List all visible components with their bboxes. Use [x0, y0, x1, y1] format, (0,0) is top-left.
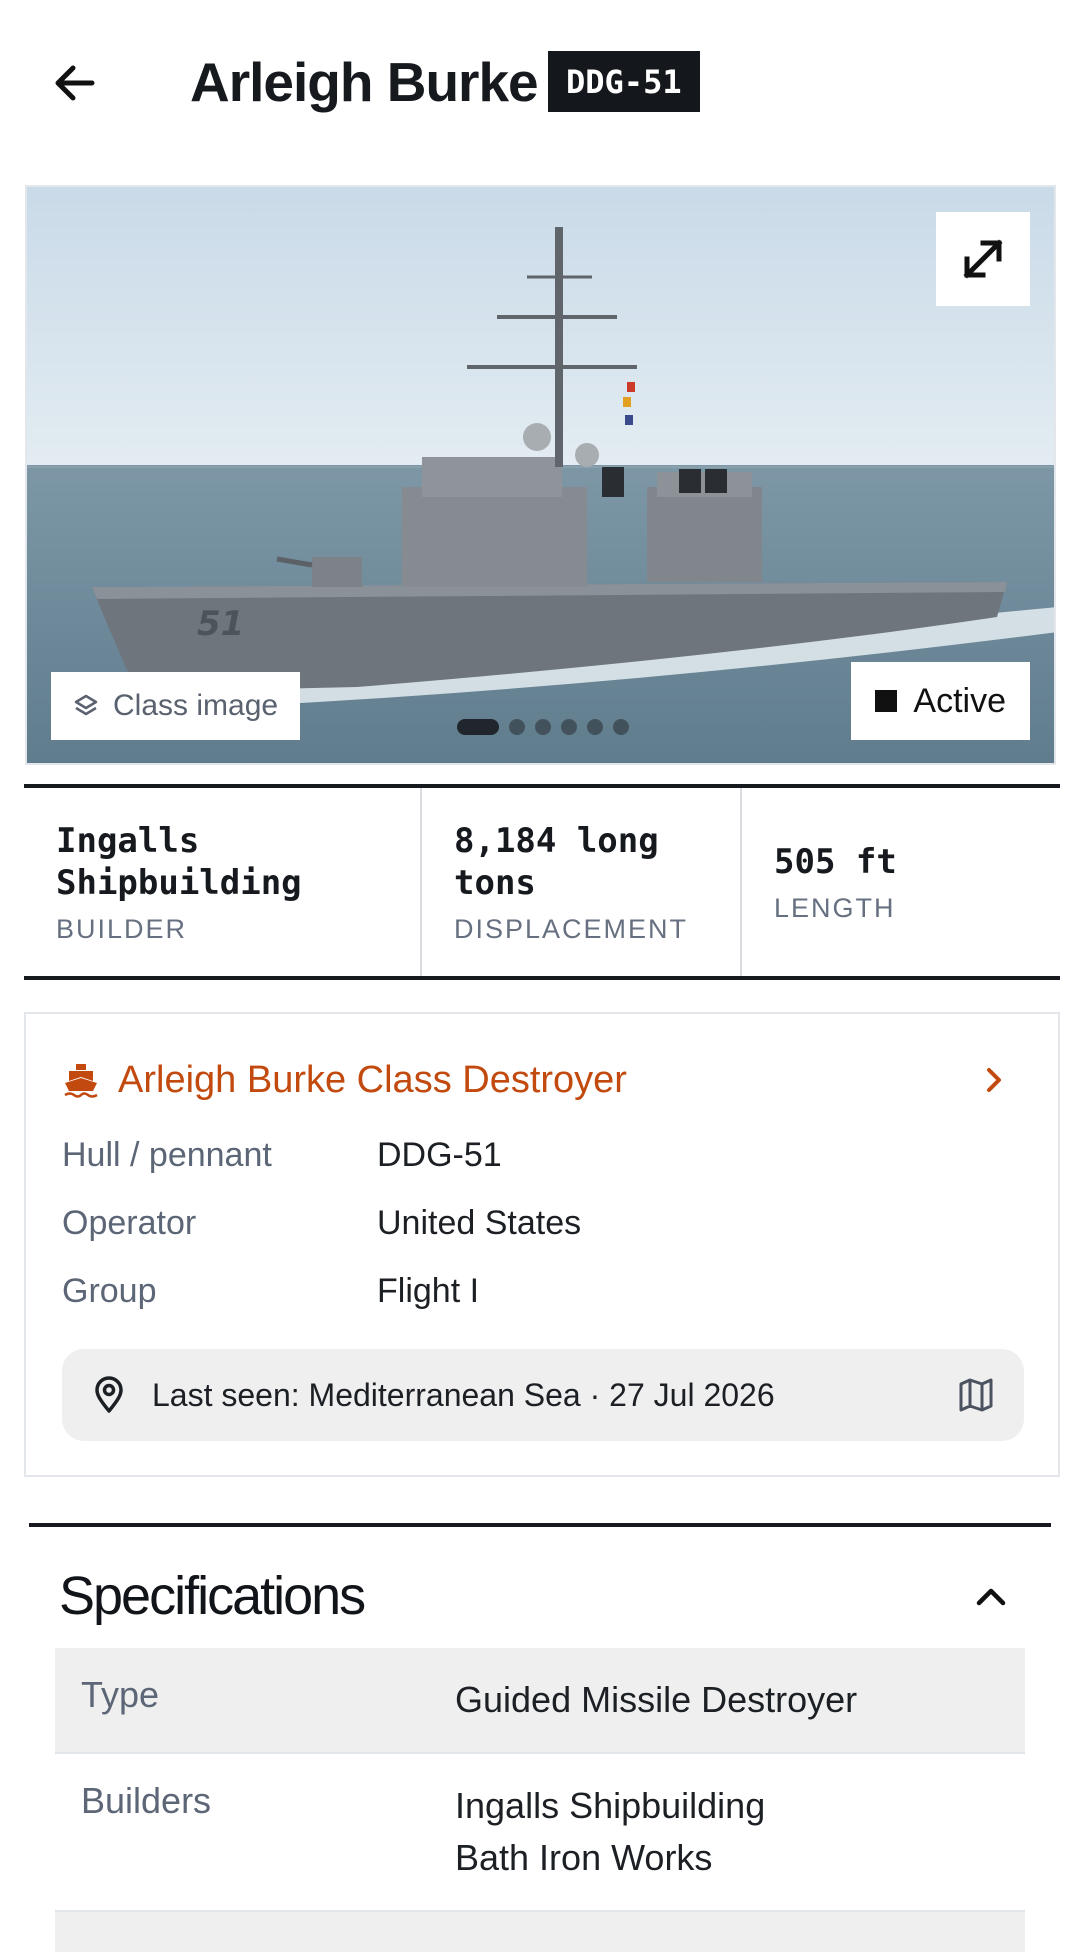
- detail-key: Group: [62, 1272, 157, 1310]
- chevron-right-icon: [987, 1068, 1001, 1092]
- detail-key: Operator: [62, 1204, 197, 1242]
- class-info-card: Arleigh Burke Class Destroyer Hull / pen…: [24, 1012, 1060, 1477]
- expand-diagonal-icon: [963, 239, 1003, 279]
- class-link[interactable]: Arleigh Burke Class Destroyer: [62, 1050, 1022, 1110]
- chevron-up-icon: [976, 1588, 1006, 1606]
- stat-label: BUILDER: [56, 913, 188, 944]
- spec-value: Guided Missile Destroyer: [455, 1679, 858, 1720]
- specifications-header[interactable]: Specifications: [29, 1523, 1051, 1643]
- location-pin-icon: [95, 1376, 123, 1413]
- detail-value: Flight I: [377, 1272, 480, 1310]
- stat-value: Ingalls Shipbuilding: [56, 820, 302, 903]
- stat-value: 8,184 long tons: [454, 820, 659, 903]
- class-name: Arleigh Burke Class Destroyer: [118, 1058, 627, 1101]
- spec-value: Ingalls Shipbuilding Bath Iron Works: [455, 1785, 766, 1878]
- carousel-dot[interactable]: [587, 719, 603, 735]
- spec-row-next: [55, 1912, 1025, 1952]
- app-header: Arleigh Burke DDG-51: [0, 0, 1080, 166]
- spec-key: Type: [81, 1674, 160, 1715]
- carousel-dot[interactable]: [509, 719, 525, 735]
- stat-displacement: 8,184 long tons DISPLACEMENT: [422, 788, 742, 976]
- layers-icon: [74, 694, 98, 716]
- status-label: Active: [913, 681, 1006, 720]
- spec-key: Builders: [81, 1780, 212, 1821]
- stat-label: DISPLACEMENT: [454, 913, 689, 944]
- class-image-label: Class image: [113, 689, 279, 722]
- carousel-dot[interactable]: [613, 719, 629, 735]
- carousel-dot[interactable]: [561, 719, 577, 735]
- status-badge: Active: [851, 662, 1030, 740]
- last-seen-bar[interactable]: Last seen: Mediterranean Sea · 27 Jul 20…: [62, 1349, 1024, 1441]
- specifications-table: Type Guided Missile Destroyer Builders I…: [55, 1648, 1025, 1952]
- detail-key: Hull / pennant: [62, 1136, 272, 1174]
- svg-text:51: 51: [197, 604, 244, 644]
- stat-value: 505 ft: [774, 841, 897, 882]
- hull-badge: DDG-51: [548, 51, 700, 112]
- stat-length: 505 ft LENGTH: [742, 788, 1060, 976]
- page-title: Arleigh Burke: [190, 51, 539, 113]
- stat-label: LENGTH: [774, 892, 896, 923]
- back-button[interactable]: [40, 48, 110, 118]
- carousel-dots: [457, 719, 629, 735]
- detail-value: DDG-51: [377, 1136, 502, 1174]
- spec-row-type: Type Guided Missile Destroyer: [55, 1648, 1025, 1754]
- stat-builder: Ingalls Shipbuilding BUILDER: [24, 788, 422, 976]
- last-seen-text: Last seen: Mediterranean Sea · 27 Jul 20…: [152, 1376, 775, 1413]
- specifications-title: Specifications: [59, 1566, 366, 1626]
- carousel-dot[interactable]: [535, 719, 551, 735]
- carousel-dot[interactable]: [457, 719, 499, 735]
- expand-image-button[interactable]: [936, 212, 1030, 306]
- ship-icon: [64, 1064, 98, 1098]
- detail-value: United States: [377, 1204, 582, 1242]
- arrow-left-icon: [55, 65, 95, 101]
- key-stats: Ingalls Shipbuilding BUILDER 8,184 long …: [24, 784, 1060, 980]
- status-indicator-icon: [875, 690, 898, 712]
- hero-image-carousel[interactable]: 51 Class image Active: [25, 185, 1056, 765]
- map-icon[interactable]: [956, 1375, 996, 1415]
- spec-row-builders: Builders Ingalls Shipbuilding Bath Iron …: [55, 1754, 1025, 1912]
- class-image-chip[interactable]: Class image: [51, 672, 301, 740]
